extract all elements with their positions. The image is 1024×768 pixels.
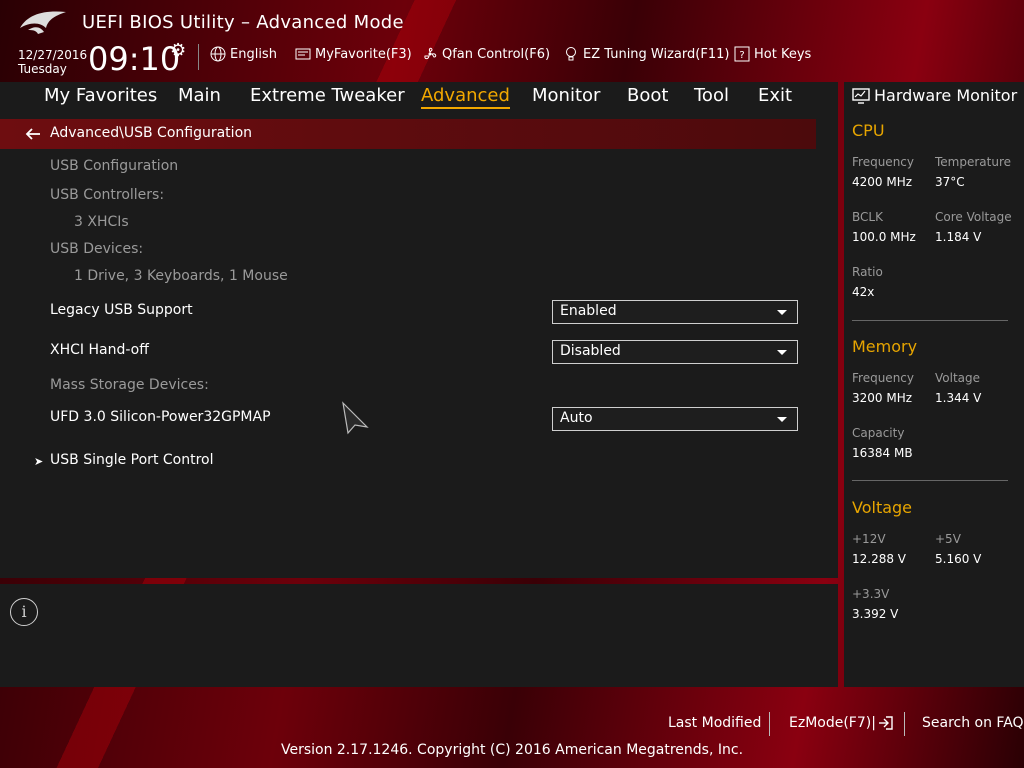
breadcrumb-path: Advanced\USB Configuration: [50, 125, 253, 141]
back-arrow-icon[interactable]: [24, 125, 42, 143]
header: UEFI BIOS Utility – Advanced Mode 12/27/…: [0, 0, 1024, 82]
tab-my-favorites[interactable]: My Favorites: [44, 85, 157, 106]
memory-voltage-value: 1.344 V: [935, 391, 982, 405]
memory-frequency-value: 3200 MHz: [852, 391, 913, 405]
bclk-label: BCLK: [852, 210, 883, 224]
info-icon: i: [10, 598, 38, 626]
ufd-device-dropdown[interactable]: Auto: [552, 407, 798, 431]
ratio-label: Ratio: [852, 265, 883, 279]
tab-monitor[interactable]: Monitor: [532, 85, 600, 106]
tab-main[interactable]: Main: [178, 85, 221, 106]
hardware-monitor-panel: Hardware Monitor CPU Frequency 4200 MHz …: [844, 82, 1024, 687]
rog-logo-icon: [20, 11, 66, 34]
hw-divider: [852, 480, 1008, 481]
hardware-monitor-title: Hardware Monitor: [852, 86, 1017, 105]
tab-exit[interactable]: Exit: [758, 85, 792, 106]
v5-value: 5.160 V: [935, 552, 982, 566]
mass-storage-label: Mass Storage Devices:: [50, 377, 209, 393]
breadcrumb[interactable]: Advanced\USB Configuration: [0, 119, 816, 149]
ufd-device-label[interactable]: UFD 3.0 Silicon-Power32GPMAP: [50, 409, 271, 425]
fan-icon: [424, 47, 437, 60]
caret-down-icon: [777, 350, 787, 355]
v5-label: +5V: [935, 532, 961, 546]
ez-tuning-label: EZ Tuning Wizard(F11): [583, 46, 730, 62]
usb-single-port-control-link[interactable]: USB Single Port Control: [50, 452, 214, 468]
exit-arrow-icon: [878, 716, 893, 730]
date-display: 12/27/2016: [18, 48, 88, 62]
favorite-list-icon: [295, 48, 311, 60]
legacy-usb-dropdown[interactable]: Enabled: [552, 300, 798, 324]
info-panel: i: [0, 584, 838, 687]
usb-controllers-label: USB Controllers:: [50, 187, 165, 203]
usb-controllers-value: 3 XHCIs: [74, 214, 129, 230]
copyright-text: Version 2.17.1246. Copyright (C) 2016 Am…: [280, 742, 744, 758]
memory-capacity-label: Capacity: [852, 426, 905, 440]
qfan-button[interactable]: Qfan Control(F6): [422, 46, 550, 62]
gear-icon[interactable]: ⚙: [170, 40, 186, 61]
myfavorite-button[interactable]: MyFavorite(F3): [295, 46, 412, 62]
hardware-monitor-label: Hardware Monitor: [874, 86, 1018, 105]
last-modified-button[interactable]: Last Modified: [668, 715, 761, 731]
language-button[interactable]: English: [210, 46, 277, 62]
settings-panel: Advanced\USB Configuration USB Configura…: [0, 112, 838, 578]
legacy-usb-value: Enabled: [560, 303, 617, 319]
v12-value: 12.288 V: [852, 552, 907, 566]
hw-divider: [852, 320, 1008, 321]
v12-label: +12V: [852, 532, 886, 546]
usb-devices-value: 1 Drive, 3 Keyboards, 1 Mouse: [74, 268, 288, 284]
tab-boot[interactable]: Boot: [627, 85, 668, 106]
myfavorite-label: MyFavorite(F3): [315, 46, 412, 62]
lightbulb-icon: [566, 47, 576, 61]
tab-tool[interactable]: Tool: [694, 85, 729, 106]
cpu-temperature-label: Temperature: [935, 155, 1012, 169]
ufd-device-value: Auto: [560, 410, 593, 426]
help-box-icon: ?: [734, 46, 750, 62]
header-divider: [198, 44, 199, 70]
mouse-cursor-icon: [342, 401, 369, 435]
svg-text:?: ?: [739, 50, 744, 61]
qfan-label: Qfan Control(F6): [442, 46, 551, 62]
ratio-value: 42x: [852, 285, 875, 299]
globe-icon: [210, 46, 226, 62]
main-nav: My Favorites Main Extreme Tweaker Advanc…: [0, 82, 838, 112]
ez-tuning-button[interactable]: EZ Tuning Wizard(F11): [563, 46, 729, 62]
core-voltage-label: Core Voltage: [935, 210, 1012, 224]
voltage-heading: Voltage: [852, 498, 913, 517]
cpu-frequency-label: Frequency: [852, 155, 914, 169]
hot-keys-label: Hot Keys: [754, 46, 812, 62]
caret-down-icon: [777, 310, 787, 315]
section-title: USB Configuration: [50, 158, 179, 174]
memory-capacity-value: 16384 MB: [852, 446, 913, 460]
bclk-value: 100.0 MHz: [852, 230, 916, 244]
weekday-display: Tuesday: [18, 62, 67, 76]
cpu-frequency-value: 4200 MHz: [852, 175, 913, 189]
ez-mode-label: EzMode(F7)|: [789, 715, 876, 731]
monitor-icon: [852, 87, 870, 104]
memory-frequency-label: Frequency: [852, 371, 914, 385]
language-label: English: [230, 46, 277, 62]
footer-divider: [769, 712, 770, 736]
v33-value: 3.392 V: [852, 607, 899, 621]
usb-devices-label: USB Devices:: [50, 241, 144, 257]
xhci-handoff-dropdown[interactable]: Disabled: [552, 340, 798, 364]
cpu-heading: CPU: [852, 121, 885, 140]
caret-down-icon: [777, 417, 787, 422]
search-faq-button[interactable]: Search on FAQ: [922, 715, 1024, 731]
clock-display: 09:10: [88, 40, 181, 78]
legacy-usb-label[interactable]: Legacy USB Support: [50, 302, 193, 318]
core-voltage-value: 1.184 V: [935, 230, 982, 244]
v33-label: +3.3V: [852, 587, 890, 601]
xhci-handoff-label[interactable]: XHCI Hand-off: [50, 342, 149, 358]
ez-mode-button[interactable]: EzMode(F7)|: [789, 715, 894, 731]
footer-divider: [904, 712, 905, 736]
app-title: UEFI BIOS Utility – Advanced Mode: [82, 12, 404, 33]
hot-keys-button[interactable]: ? Hot Keys: [734, 46, 811, 62]
memory-voltage-label: Voltage: [935, 371, 981, 385]
memory-heading: Memory: [852, 337, 918, 356]
xhci-handoff-value: Disabled: [560, 343, 621, 359]
tab-advanced[interactable]: Advanced: [421, 85, 510, 109]
tab-extreme-tweaker[interactable]: Extreme Tweaker: [250, 85, 405, 106]
submenu-arrow-icon: ➤: [34, 455, 44, 468]
cpu-temperature-value: 37°C: [935, 175, 965, 189]
